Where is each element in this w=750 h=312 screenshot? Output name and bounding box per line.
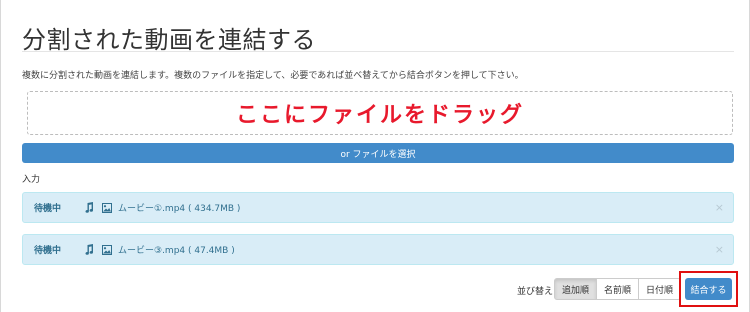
file-list-item: 待機中 ムービー①.mp4 ( 434.7MB ) × xyxy=(22,192,734,223)
sort-by-name-button[interactable]: 名前順 xyxy=(596,278,640,300)
image-icon xyxy=(102,244,112,255)
file-name: ムービー③.mp4 ( 47.4MB ) xyxy=(118,246,235,256)
music-note-icon xyxy=(84,201,94,214)
page-title: 分割された動画を連結する xyxy=(22,26,316,54)
file-dropzone[interactable]: ここにファイルをドラッグ xyxy=(27,91,733,135)
file-list-item: 待機中 ムービー③.mp4 ( 47.4MB ) × xyxy=(22,234,734,265)
sort-button-group: 追加順 名前順 日付順 xyxy=(554,278,682,300)
sort-by-added-button[interactable]: 追加順 xyxy=(554,278,598,300)
merge-button[interactable]: 結合する xyxy=(685,278,732,300)
remove-file-close-icon[interactable]: × xyxy=(715,201,724,214)
dropzone-text: ここにファイルをドラッグ xyxy=(235,103,524,128)
input-section-label: 入力 xyxy=(22,175,41,185)
page-description: 複数に分割された動画を連結します。複数のファイルを指定して、必要であれば並べ替え… xyxy=(22,71,524,81)
image-icon xyxy=(102,202,112,213)
file-status: 待機中 xyxy=(34,246,62,256)
sort-by-date-button[interactable]: 日付順 xyxy=(638,278,682,300)
remove-file-close-icon[interactable]: × xyxy=(715,243,724,256)
file-name: ムービー①.mp4 ( 434.7MB ) xyxy=(118,204,241,214)
sort-label: 並び替え xyxy=(517,287,554,297)
title-divider xyxy=(22,51,734,52)
frame-left-border xyxy=(0,0,1,312)
select-file-button[interactable]: or ファイルを選択 xyxy=(22,143,734,163)
file-status: 待機中 xyxy=(34,204,62,214)
music-note-icon xyxy=(84,243,94,256)
